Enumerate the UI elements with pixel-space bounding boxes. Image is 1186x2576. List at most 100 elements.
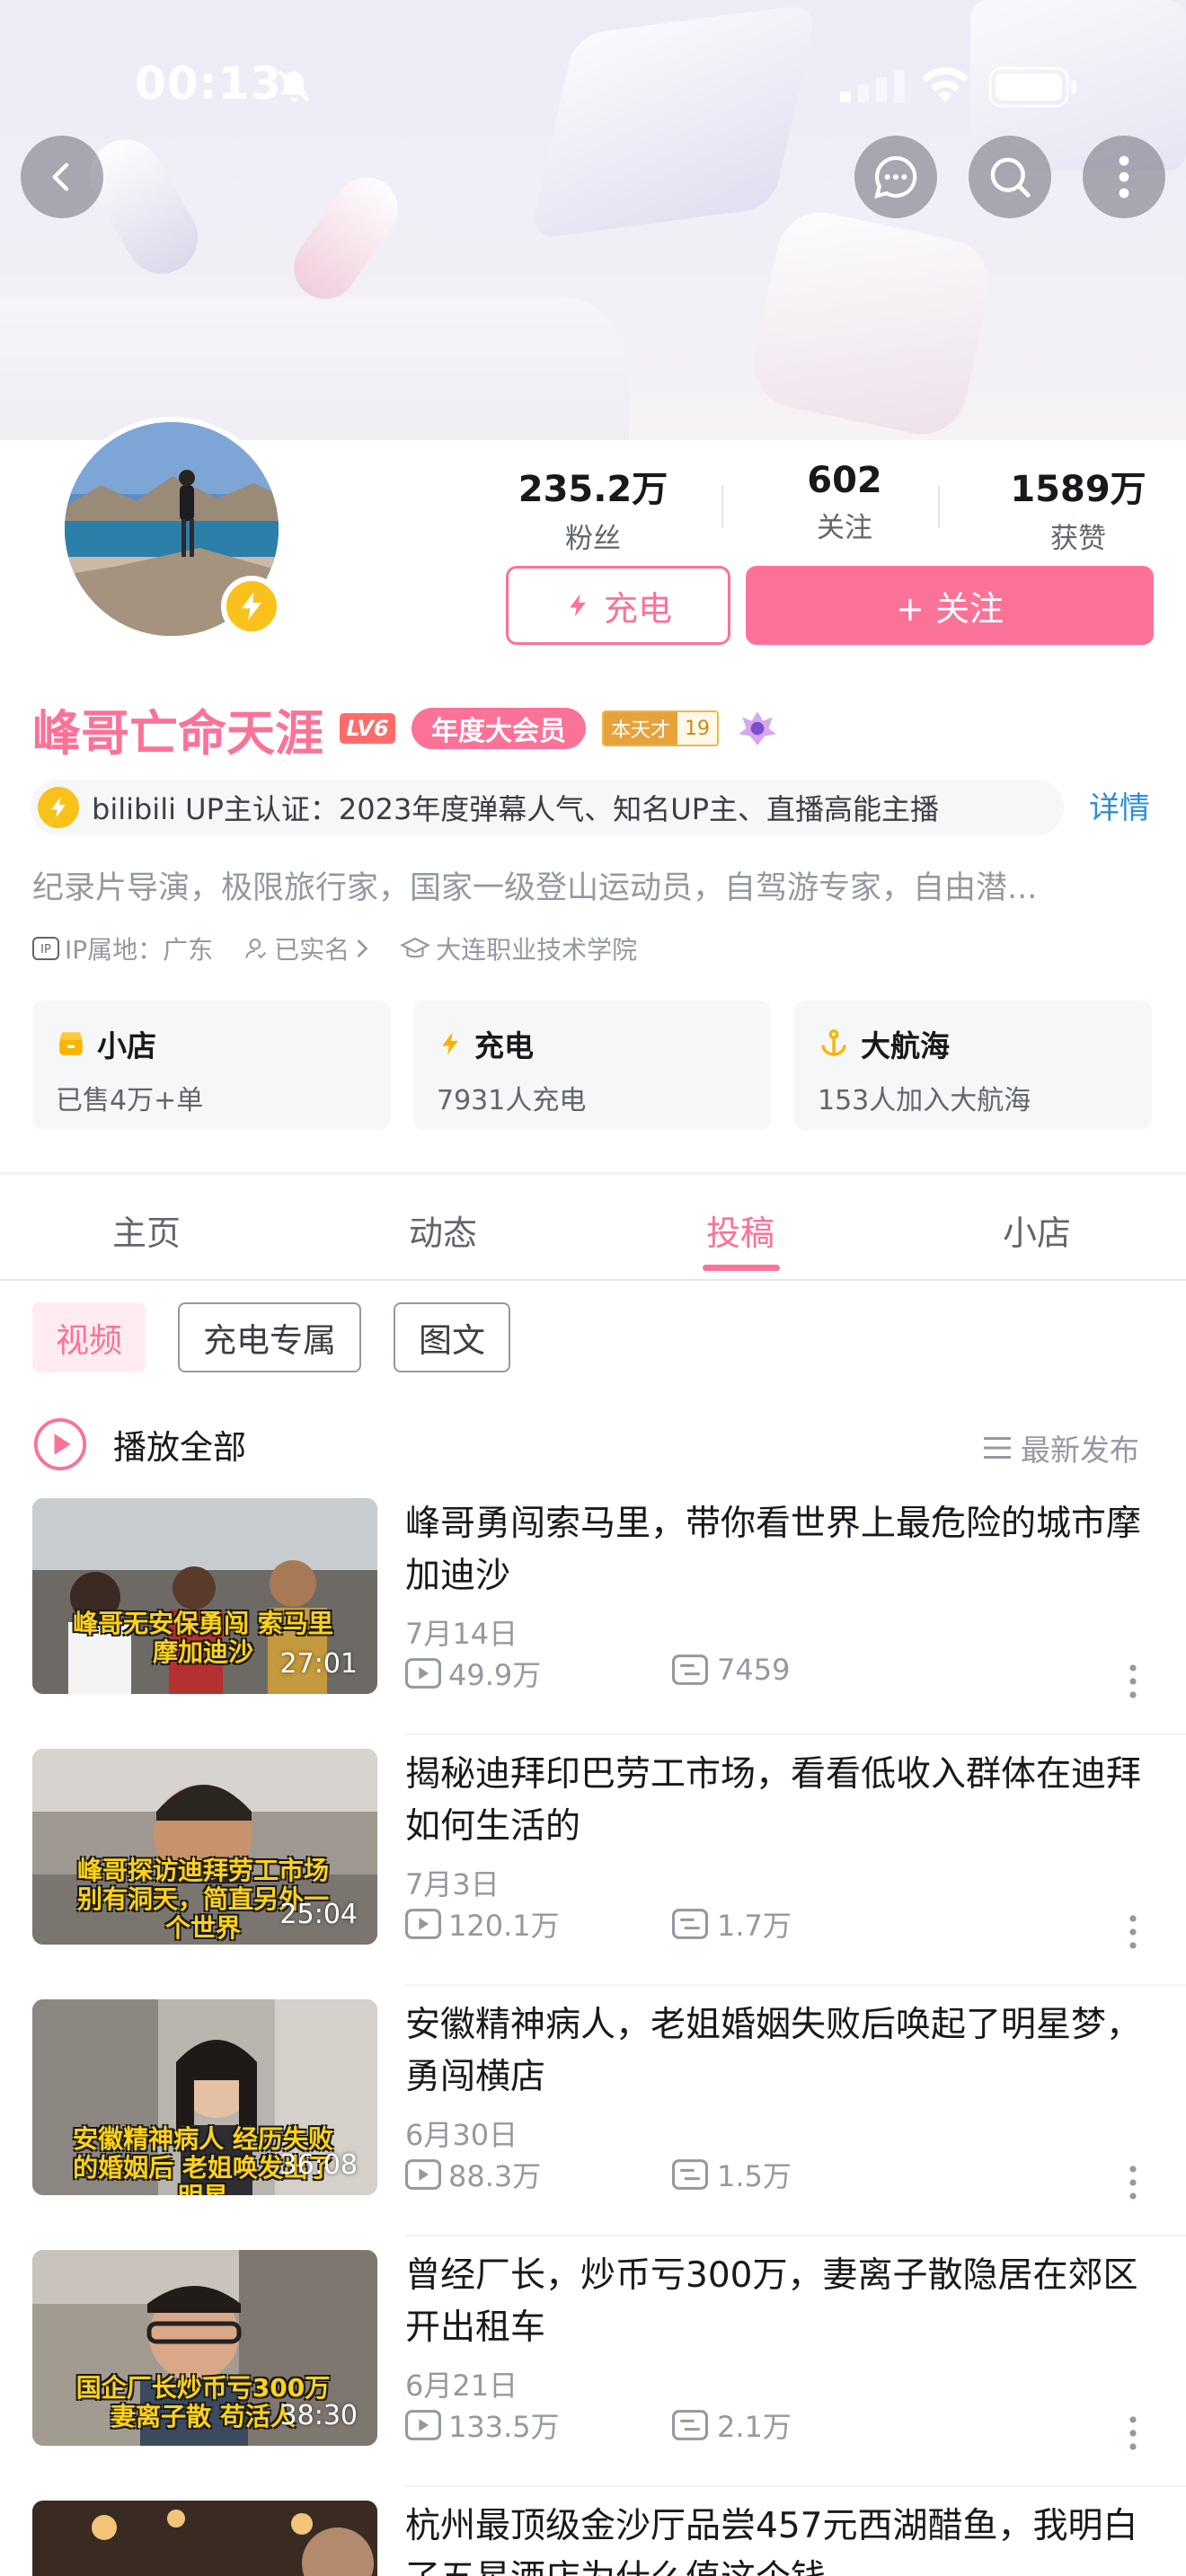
video-thumbnail[interactable]: 峰哥无安保勇闯 索马里 摩加迪沙 27:01 [32, 1498, 377, 1694]
more-options-button[interactable] [1083, 136, 1165, 218]
sort-button[interactable]: 最新发布 [981, 1426, 1139, 1469]
play-count-icon [405, 1658, 441, 1689]
card-shop[interactable]: 小店 已售4万+单 [32, 1001, 390, 1130]
video-thumbnail[interactable]: 国企厂长炒币亏300万 妻离子散 苟活人 38:30 [32, 2250, 377, 2446]
tab-shop[interactable]: 小店 [947, 1205, 1127, 1255]
more-vertical-icon[interactable] [1128, 2165, 1137, 2201]
video-title[interactable]: 揭秘迪拜印巴劳工市场，看看低收入群体在迪拜如何生活的 [405, 1749, 1151, 1853]
tab-uploads[interactable]: 投稿 [651, 1205, 830, 1255]
play-circle-icon [33, 1417, 87, 1471]
play-count-icon [405, 1909, 441, 1939]
active-tab-indicator [703, 1265, 780, 1271]
views-count: 133.5万 [448, 2410, 560, 2444]
views-count: 49.9万 [448, 1658, 542, 1692]
play-all-button[interactable]: 播放全部 [32, 1416, 246, 1473]
shop-icon [59, 1032, 83, 1055]
chevron-right-icon [357, 940, 368, 957]
verified-lightning-icon [38, 787, 79, 828]
vip-badge[interactable]: 年度大会员 [412, 708, 586, 749]
danmaku-count: 7459 [717, 1653, 791, 1687]
stat-value: 235.2万 [518, 469, 668, 510]
danmaku-count: 1.7万 [717, 1909, 792, 1943]
card-title: 大航海 [861, 1028, 950, 1063]
divider [405, 1984, 1186, 1986]
video-title[interactable]: 曾经厂长，炒币亏300万，妻离子散隐居在郊区开出租车 [405, 2250, 1151, 2354]
anchor-icon [821, 1029, 846, 1056]
section-divider [0, 1172, 1186, 1175]
play-all-label: 播放全部 [113, 1428, 246, 1467]
video-item[interactable]: 峰哥探访迪拜劳工市场 别有洞天，简直另外一个世界 25:04 揭秘迪拜印巴劳工市… [32, 1749, 1186, 1986]
card-title-row: 大航海 [818, 1022, 1128, 1065]
video-title[interactable]: 安徽精神病人，老姐婚姻失败后唤起了明星梦，勇闯横店 [405, 1999, 1151, 2104]
video-duration: 27:01 [279, 1648, 358, 1680]
danmaku-icon [672, 2159, 708, 2190]
video-views: 133.5万 [405, 2404, 560, 2446]
video-danmaku: 7459 [672, 1653, 790, 1687]
stat-fans[interactable]: 235.2万 粉丝 [503, 460, 683, 556]
filter-video[interactable]: 视频 [32, 1302, 146, 1372]
more-vertical-icon[interactable] [1128, 2415, 1137, 2451]
tab-dynamic[interactable]: 动态 [353, 1205, 533, 1255]
card-subtitle: 153人加入大航海 [818, 1085, 1031, 1116]
video-date: 7月3日 [405, 1867, 500, 1901]
card-charge[interactable]: 充电 7931人充电 [413, 1001, 771, 1130]
card-title: 充电 [474, 1028, 534, 1063]
follow-button[interactable]: + 关注 [746, 566, 1154, 645]
video-item[interactable]: 安徽精神病人 经历失败的婚姻后 老姐唤发出了明星 36:08 安徽精神病人，老姐… [32, 1999, 1186, 2236]
video-thumbnail[interactable] [32, 2501, 377, 2576]
play-count-icon [405, 2159, 441, 2190]
video-views: 120.1万 [405, 1903, 560, 1945]
card-title-row: 小店 [56, 1022, 367, 1065]
video-item[interactable]: 峰哥无安保勇闯 索马里 摩加迪沙 27:01 峰哥勇闯索马里，带你看世界上最危险… [32, 1498, 1186, 1735]
ip-icon: IP [32, 937, 59, 960]
tab-home[interactable]: 主页 [57, 1205, 236, 1255]
stat-value: 602 [807, 460, 882, 501]
bell-muted-icon [274, 66, 314, 110]
search-icon [990, 157, 1031, 198]
filter-article[interactable]: 图文 [394, 1302, 510, 1372]
chevron-left-icon [52, 163, 69, 191]
stat-label: 关注 [817, 512, 872, 544]
realname-status[interactable]: 已实名 [243, 931, 369, 966]
video-item[interactable]: 国企厂长炒币亏300万 妻离子散 苟活人 38:30 曾经厂长，炒币亏300万，… [32, 2250, 1186, 2487]
video-thumbnail[interactable]: 安徽精神病人 经历失败的婚姻后 老姐唤发出了明星 36:08 [32, 1999, 377, 2195]
profile-tabs: 主页 动态 投稿 小店 [0, 1177, 1186, 1281]
banner-decoration [281, 164, 411, 312]
medal-icon[interactable] [735, 706, 780, 751]
filter-charge-exclusive[interactable]: 充电专属 [178, 1302, 361, 1372]
verification-banner[interactable]: bilibili UP主认证：2023年度弹幕人气、知名UP主、直播高能主播 [31, 780, 1064, 835]
signal-icon [840, 70, 905, 106]
video-item[interactable]: 杭州最顶级金沙厅品尝457元西湖醋鱼，我明白了五星酒店为什么值这个钱 [32, 2501, 1155, 2576]
charge-button[interactable]: 充电 [506, 566, 730, 645]
video-thumbnail[interactable]: 峰哥探访迪拜劳工市场 别有洞天，简直另外一个世界 25:04 [32, 1749, 377, 1945]
talent-badge[interactable]: 本天才 19 [602, 710, 720, 746]
verification-text: bilibili UP主认证：2023年度弹幕人气、知名UP主、直播高能主播 [92, 792, 940, 826]
message-button[interactable] [854, 136, 937, 218]
divider [938, 485, 940, 528]
profile-stats: 235.2万 粉丝 602 关注 1589万 获赞 [503, 460, 1168, 555]
danmaku-icon [672, 1654, 708, 1685]
video-title[interactable]: 杭州最顶级金沙厅品尝457元西湖醋鱼，我明白了五星酒店为什么值这个钱 [405, 2501, 1151, 2576]
stat-following[interactable]: 602 关注 [755, 460, 934, 545]
realname-text: 已实名 [274, 935, 350, 965]
talent-label: 本天才 [604, 712, 678, 745]
stat-value: 1589万 [1010, 469, 1146, 510]
back-button[interactable] [21, 136, 103, 218]
video-views: 88.3万 [405, 2154, 541, 2195]
more-vertical-icon[interactable] [1128, 1914, 1137, 1950]
video-title[interactable]: 峰哥勇闯索马里，带你看世界上最危险的城市摩加迪沙 [405, 1498, 1151, 1602]
talent-level: 19 [677, 712, 718, 745]
school[interactable]: 大连职业技术学院 [400, 931, 637, 966]
more-vertical-icon[interactable] [1128, 1663, 1137, 1699]
graduation-cap-icon [400, 937, 431, 958]
lightning-badge-icon [221, 576, 282, 637]
profile-meta: IP IP属地：广东 已实名 大连职业技术学院 [32, 931, 662, 966]
views-count: 120.1万 [448, 1909, 560, 1943]
stat-likes[interactable]: 1589万 获赞 [988, 460, 1168, 556]
video-duration: 36:08 [279, 2149, 358, 2181]
bio[interactable]: 纪录片导演，极限旅行家，国家一级登山运动员，自驾游专家，自由潜... [32, 862, 1155, 908]
card-voyage[interactable]: 大航海 153人加入大航海 [794, 1001, 1152, 1130]
search-button[interactable] [969, 136, 1051, 218]
battery-icon [988, 66, 1078, 111]
verification-detail-link[interactable]: 详情 [1089, 783, 1150, 827]
